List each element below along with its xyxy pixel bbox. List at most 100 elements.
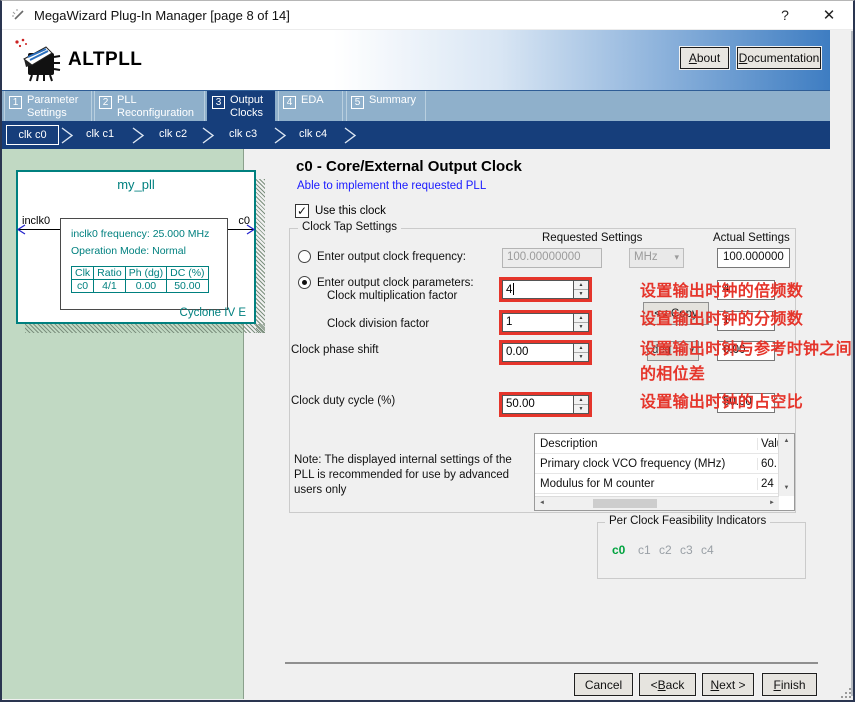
spin-down-icon[interactable]: ▼ bbox=[574, 290, 588, 298]
tab-number: 4 bbox=[283, 96, 296, 109]
back-pre: < bbox=[651, 678, 658, 692]
about-label-key: A bbox=[689, 51, 697, 65]
diagram-shadow bbox=[256, 179, 265, 333]
div-input[interactable]: 1 bbox=[502, 313, 573, 332]
freq-unit-combobox[interactable]: MHz▾ bbox=[629, 248, 684, 268]
feasibility-c1: c1 bbox=[638, 543, 659, 557]
freq-radio-label: Enter output clock frequency: bbox=[317, 251, 466, 263]
next-button[interactable]: Next > bbox=[702, 673, 754, 696]
phase-label: Clock phase shift bbox=[291, 344, 379, 356]
phase-input[interactable]: 0.00 bbox=[502, 343, 573, 362]
duty-input[interactable]: 50.00 bbox=[502, 395, 573, 414]
feasibility-indicators: c0 c1 c2 c3 c4 bbox=[612, 543, 722, 557]
about-button[interactable]: About bbox=[680, 47, 729, 69]
chevron-right-icon bbox=[130, 126, 146, 145]
title-bar: MegaWizard Plug-In Manager [page 8 of 14… bbox=[2, 1, 853, 30]
inclk-frequency: inclk0 frequency: 25.000 MHz bbox=[71, 226, 227, 243]
spin-down-icon[interactable]: ▼ bbox=[574, 353, 588, 361]
cell-ratio: 4/1 bbox=[94, 279, 126, 292]
pll-status-message: Able to implement the requested PLL bbox=[297, 180, 486, 192]
product-name: ALTPLL bbox=[68, 49, 142, 71]
table-row[interactable]: Modulus for M counter 24 bbox=[535, 474, 794, 494]
subtab-clk-c4[interactable]: clk c4 bbox=[287, 128, 339, 140]
feasibility-title: Per Clock Feasibility Indicators bbox=[605, 515, 770, 527]
tab-label: Summary bbox=[369, 94, 416, 121]
mult-input[interactable]: 4 bbox=[502, 280, 573, 299]
row-value: 24 bbox=[757, 478, 778, 490]
finish-button[interactable]: Finish bbox=[762, 673, 817, 696]
div-annotation-box: 1 ▲ ▼ bbox=[499, 310, 592, 335]
freq-actual-field: 100.000000 bbox=[717, 248, 790, 268]
spin-down-icon[interactable]: ▼ bbox=[574, 323, 588, 331]
freq-unit-value: MHz bbox=[634, 251, 658, 263]
cell-clk: c0 bbox=[72, 279, 94, 292]
tab-summary[interactable]: 5 Summary bbox=[346, 91, 426, 121]
tab-parameter-settings[interactable]: 1 Parameter Settings bbox=[4, 91, 92, 121]
tab-number: 3 bbox=[212, 96, 225, 109]
documentation-button[interactable]: Documentation bbox=[737, 47, 821, 69]
spin-down-icon[interactable]: ▼ bbox=[574, 405, 588, 413]
chevron-right-icon bbox=[272, 126, 288, 145]
freq-radio[interactable] bbox=[298, 250, 311, 263]
operation-mode: Operation Mode: Normal bbox=[71, 243, 227, 260]
about-label-post: bout bbox=[697, 51, 720, 65]
div-spinner[interactable]: ▲ ▼ bbox=[573, 313, 589, 332]
tab-eda[interactable]: 4 EDA bbox=[278, 91, 343, 121]
footer-divider bbox=[285, 662, 818, 664]
duty-spinner[interactable]: ▲ ▼ bbox=[573, 395, 589, 414]
cancel-label: Cancel bbox=[585, 678, 622, 692]
use-this-clock-checkbox[interactable]: ✓ bbox=[295, 204, 309, 218]
input-port-label: inclk0 bbox=[22, 215, 50, 227]
help-button[interactable]: ? bbox=[770, 1, 800, 29]
tab-label: Parameter Settings bbox=[27, 94, 88, 121]
table-row[interactable]: Primary clock VCO frequency (MHz) 60.. bbox=[535, 454, 794, 474]
feasibility-c0: c0 bbox=[612, 543, 638, 557]
resize-grip[interactable] bbox=[840, 687, 852, 699]
spin-up-icon[interactable]: ▲ bbox=[574, 281, 588, 290]
doc-label-key: D bbox=[739, 51, 748, 65]
tab-pll-reconfiguration[interactable]: 2 PLL Reconfiguration bbox=[94, 91, 205, 121]
freq-input[interactable]: 100.00000000 bbox=[502, 248, 602, 268]
subtab-clk-c2[interactable]: clk c2 bbox=[147, 128, 199, 140]
feasibility-c4: c4 bbox=[701, 543, 722, 557]
scroll-left-icon[interactable]: ◄ bbox=[535, 497, 549, 510]
tab-output-clocks[interactable]: 3 Output Clocks bbox=[207, 91, 275, 121]
pll-block-diagram: my_pll inclk0 c0 inclk0 frequency: 25.00… bbox=[16, 170, 256, 324]
cancel-button[interactable]: Cancel bbox=[574, 673, 633, 696]
back-key: B bbox=[658, 678, 666, 692]
col-dc: DC (%) bbox=[167, 266, 208, 279]
finish-key: F bbox=[773, 678, 780, 692]
phase-spinner[interactable]: ▲ ▼ bbox=[573, 343, 589, 362]
scroll-up-icon[interactable]: ▲ bbox=[779, 434, 794, 449]
mult-spinner[interactable]: ▲ ▼ bbox=[573, 280, 589, 299]
params-radio[interactable] bbox=[298, 276, 311, 289]
feasibility-c3: c3 bbox=[680, 543, 701, 557]
tab-number: 1 bbox=[9, 96, 22, 109]
subtab-clk-c3[interactable]: clk c3 bbox=[217, 128, 269, 140]
chevron-right-icon bbox=[59, 126, 75, 145]
spin-up-icon[interactable]: ▲ bbox=[574, 396, 588, 405]
subtab-clk-c1[interactable]: clk c1 bbox=[74, 128, 126, 140]
clock-ratio-table: Clk Ratio Ph (dg) DC (%) c0 4/1 0.00 50.… bbox=[71, 266, 209, 293]
vertical-scrollbar[interactable]: ▲ ▼ bbox=[778, 434, 794, 496]
subtab-clk-c0[interactable]: clk c0 bbox=[6, 125, 59, 145]
group-title: Clock Tap Settings bbox=[298, 221, 401, 233]
close-icon[interactable]: ✕ bbox=[814, 1, 844, 29]
tab-label: PLL Reconfiguration bbox=[117, 94, 201, 121]
internal-settings-table: Description Valu Primary clock VCO frequ… bbox=[534, 433, 795, 511]
scroll-right-icon[interactable]: ► bbox=[765, 497, 779, 510]
mult-value: 4 bbox=[506, 284, 512, 296]
scroll-down-icon[interactable]: ▼ bbox=[779, 481, 794, 496]
back-button[interactable]: < Back bbox=[639, 673, 696, 696]
doc-label-post: ocumentation bbox=[747, 51, 819, 65]
scrollbar-thumb[interactable] bbox=[593, 499, 657, 508]
horizontal-scrollbar[interactable]: ◄ ► bbox=[535, 496, 779, 510]
spin-up-icon[interactable]: ▲ bbox=[574, 314, 588, 323]
spin-up-icon[interactable]: ▲ bbox=[574, 344, 588, 353]
device-family-label: Cyclone IV E bbox=[180, 307, 246, 319]
next-key: N bbox=[710, 678, 719, 692]
tab-number: 5 bbox=[351, 96, 364, 109]
mult-annotation-text: 设置输出时钟的倍频数 bbox=[640, 279, 803, 304]
div-annotation-text: 设置输出时钟的分频数 bbox=[640, 307, 803, 332]
duty-label: Clock duty cycle (%) bbox=[291, 395, 395, 407]
